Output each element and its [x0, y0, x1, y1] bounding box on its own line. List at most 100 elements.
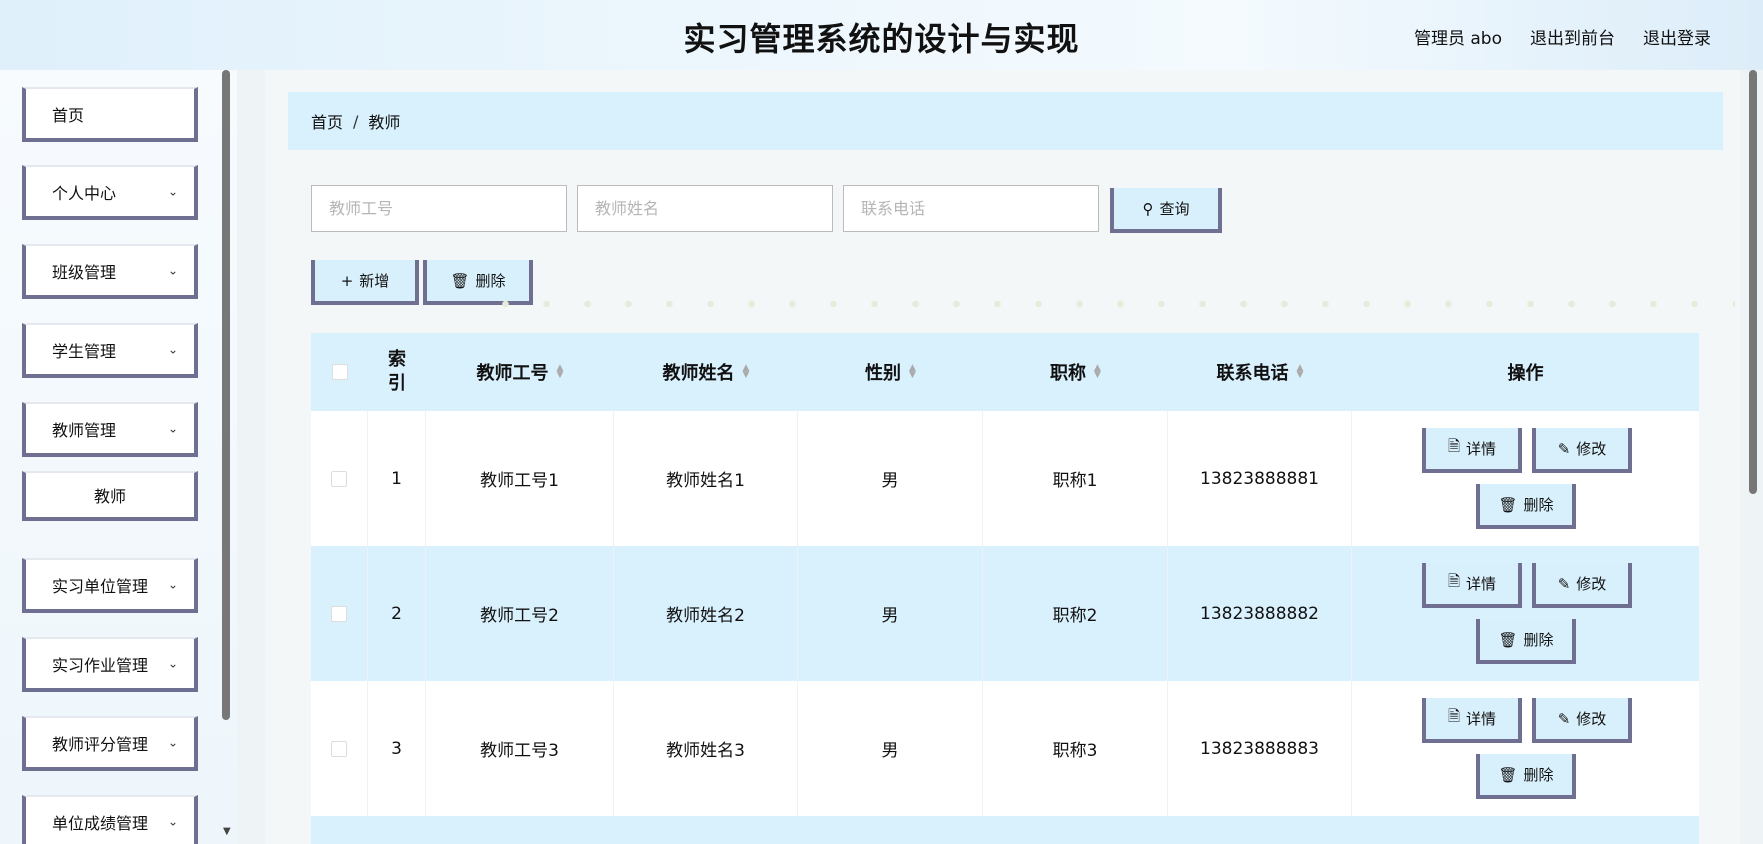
- column-header-index: 索引: [388, 349, 406, 394]
- row-checkbox[interactable]: [331, 470, 347, 487]
- sort-icon[interactable]: ▲ ▼: [1297, 364, 1304, 380]
- sort-icon[interactable]: ▲ ▼: [909, 364, 916, 380]
- cell-index: 2: [368, 546, 426, 681]
- table-row: [311, 816, 1699, 844]
- detail-button[interactable]: 🗎 详情: [1422, 698, 1522, 743]
- add-button-label: 新增: [359, 272, 390, 290]
- column-header-label: 教师工号: [476, 363, 549, 384]
- sidebar-item-student-management[interactable]: 学生管理 ⌄: [22, 323, 198, 378]
- cell-title: 职称3: [983, 681, 1168, 816]
- delete-button[interactable]: 🗑 删除: [1476, 754, 1576, 799]
- pencil-icon: ✎: [1557, 439, 1571, 458]
- current-user[interactable]: 管理员 abo: [1414, 24, 1502, 49]
- teacher-table: 索引 教师工号 ▲ ▼ 教师姓名 ▲ ▼ 性别 ▲ ▼ 职称 ▲ ▼ 联系电话 ▲ ▼ 操作 1 教…: [311, 333, 1699, 844]
- edit-button[interactable]: ✎ 修改: [1532, 563, 1632, 608]
- delete-button[interactable]: 🗑 删除: [1476, 619, 1576, 664]
- column-header-title[interactable]: 职称 ▲ ▼: [983, 333, 1168, 411]
- document-icon: 🗎: [1447, 437, 1461, 455]
- main-scrollbar[interactable]: [1749, 70, 1757, 494]
- add-button[interactable]: + 新增: [311, 260, 419, 305]
- scroll-down-arrow-icon[interactable]: ▼: [223, 826, 231, 837]
- sort-icon[interactable]: ▲ ▼: [557, 364, 564, 380]
- chevron-down-icon: ⌄: [167, 341, 178, 356]
- teacher-name-input[interactable]: [577, 185, 833, 232]
- cell-index: 3: [368, 681, 426, 816]
- sidebar-item-label: 首页: [52, 105, 85, 125]
- breadcrumb: 首页 / 教师: [288, 92, 1723, 150]
- cell-gender: 男: [798, 411, 983, 546]
- table-row: 3 教师工号3 教师姓名3 男 职称3 13823888883 🗎 详情 ✎ 修改 …: [311, 681, 1699, 816]
- column-header-label: 联系电话: [1216, 363, 1289, 384]
- edit-button-label: 修改: [1576, 710, 1607, 728]
- sidebar-subitem-teacher[interactable]: 教师: [22, 471, 198, 521]
- main-content: 首页 / 教师 ⚲ 查询 + 新增 🗑 删除 索引 教师工号 ▲▼ 教师姓名 ▲▼ …: [265, 70, 1740, 844]
- detail-button-label: 详情: [1466, 710, 1497, 728]
- column-header-teacher-name[interactable]: 教师姓名 ▲ ▼: [614, 333, 798, 411]
- trash-icon: 🗑: [1498, 630, 1518, 649]
- cell-phone: 13823888882: [1168, 546, 1352, 681]
- trash-icon: 🗑: [1498, 495, 1518, 514]
- sort-icon[interactable]: ▲ ▼: [1094, 364, 1101, 380]
- top-bar: 实习管理系统的设计与实现 管理员 abo 退出到前台 退出登录: [0, 0, 1763, 70]
- search-icon: ⚲: [1142, 199, 1154, 218]
- breadcrumb-current: 教师: [368, 113, 401, 132]
- sidebar-item-personal-center[interactable]: 个人中心 ⌄: [22, 165, 198, 220]
- table-header: 索引 教师工号 ▲ ▼ 教师姓名 ▲ ▼ 性别 ▲ ▼ 职称 ▲ ▼ 联系电话 ▲ ▼ 操作: [311, 333, 1699, 411]
- logout-link[interactable]: 退出登录: [1643, 24, 1711, 49]
- sidebar-item-teacher-management[interactable]: 教师管理 ⌄: [22, 402, 198, 457]
- cell-teacher-name: 教师姓名1: [614, 411, 798, 546]
- document-icon: 🗎: [1447, 572, 1461, 590]
- sidebar-item-label: 实习作业管理: [52, 655, 149, 675]
- cell-ops: 🗎 详情 ✎ 修改 🗑 删除: [1352, 681, 1699, 816]
- sidebar-scrollbar[interactable]: [222, 70, 230, 720]
- cell-teacher-no: 教师工号2: [426, 546, 614, 681]
- breadcrumb-home[interactable]: 首页: [311, 109, 343, 133]
- chevron-down-icon: ⌄: [167, 576, 178, 591]
- column-header-ops: 操作: [1507, 363, 1544, 384]
- column-header-teacher-no[interactable]: 教师工号 ▲ ▼: [426, 333, 614, 411]
- column-header-gender[interactable]: 性别 ▲ ▼: [798, 333, 983, 411]
- table-row: 2 教师工号2 教师姓名2 男 职称2 13823888882 🗎 详情 ✎ 修改 …: [311, 546, 1699, 681]
- exit-to-front-link[interactable]: 退出到前台: [1530, 24, 1615, 49]
- delete-button-label: 删除: [1523, 766, 1554, 784]
- phone-input[interactable]: [843, 185, 1099, 232]
- sidebar-item-label: 单位成绩管理: [52, 813, 149, 833]
- select-all-checkbox[interactable]: [331, 364, 348, 380]
- detail-button-label: 详情: [1466, 575, 1497, 593]
- sidebar-item-internship-homework-management[interactable]: 实习作业管理 ⌄: [22, 637, 198, 692]
- row-checkbox[interactable]: [331, 740, 347, 757]
- query-button-label: 查询: [1159, 200, 1190, 218]
- cell-teacher-no: 教师工号1: [426, 411, 614, 546]
- delete-button[interactable]: 🗑 删除: [1476, 484, 1576, 529]
- chevron-down-icon: ⌄: [167, 420, 178, 435]
- cell-ops: 🗎 详情 ✎ 修改 🗑 删除: [1352, 411, 1699, 546]
- sidebar-item-label: 教师管理: [52, 420, 117, 440]
- batch-delete-button-label: 删除: [475, 272, 506, 290]
- sidebar-item-label: 教师: [93, 487, 126, 506]
- chevron-down-icon: ⌄: [167, 734, 178, 749]
- cell-teacher-name: 教师姓名3: [614, 681, 798, 816]
- chevron-down-icon: ⌄: [167, 655, 178, 670]
- breadcrumb-separator: /: [353, 111, 359, 131]
- trash-icon: 🗑: [1498, 765, 1518, 784]
- sidebar-item-class-management[interactable]: 班级管理 ⌄: [22, 244, 198, 299]
- detail-button[interactable]: 🗎 详情: [1422, 428, 1522, 473]
- column-header-label: 教师姓名: [662, 363, 735, 384]
- column-header-label: 性别: [865, 363, 902, 384]
- sidebar-item-teacher-score-management[interactable]: 教师评分管理 ⌄: [22, 716, 198, 771]
- sidebar-item-unit-grade-management[interactable]: 单位成绩管理 ⌄: [22, 795, 198, 844]
- edit-button[interactable]: ✎ 修改: [1532, 698, 1632, 743]
- teacher-no-input[interactable]: [311, 185, 567, 232]
- sort-icon[interactable]: ▲ ▼: [743, 364, 750, 380]
- cell-phone: 13823888883: [1168, 681, 1352, 816]
- query-button[interactable]: ⚲ 查询: [1110, 188, 1222, 233]
- sidebar-item-internship-unit-management[interactable]: 实习单位管理 ⌄: [22, 558, 198, 613]
- column-header-phone[interactable]: 联系电话 ▲ ▼: [1168, 333, 1352, 411]
- chevron-down-icon: ⌄: [167, 262, 178, 277]
- edit-button[interactable]: ✎ 修改: [1532, 428, 1632, 473]
- row-select-cell: [311, 681, 368, 816]
- row-checkbox[interactable]: [331, 605, 347, 622]
- cell-teacher-name: 教师姓名2: [614, 546, 798, 681]
- detail-button[interactable]: 🗎 详情: [1422, 563, 1522, 608]
- sidebar-item-home[interactable]: 首页: [22, 87, 198, 142]
